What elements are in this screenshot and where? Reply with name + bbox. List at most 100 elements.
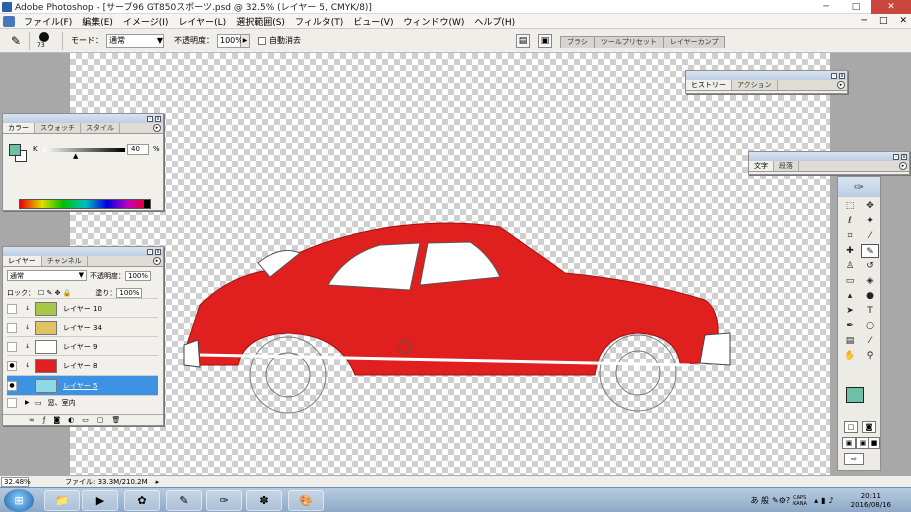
menu-window[interactable]: ウィンドウ(W) [398, 15, 469, 28]
brush-tool-icon[interactable]: ✎ [861, 244, 879, 258]
layer-row-selected[interactable]: ● レイヤー 5 [7, 375, 158, 395]
eyedropper-tool-icon[interactable]: ⁄ [861, 334, 879, 348]
status-menu-icon[interactable]: ▸ [156, 478, 160, 486]
standard-mode-icon[interactable]: □ [844, 421, 858, 433]
shape-tool-icon[interactable]: ○ [861, 319, 879, 333]
panel-close-button[interactable]: x [155, 115, 161, 122]
doc-restore-button[interactable]: □ [879, 16, 888, 26]
layer-row[interactable]: ↓ レイヤー 34 [7, 317, 158, 337]
visibility-toggle[interactable] [7, 397, 17, 408]
app-taskbar-icon[interactable]: ✿ [124, 490, 160, 511]
clock[interactable]: 20:11 2016/08/16 [851, 492, 891, 510]
panel-minimize-button[interactable]: - [893, 153, 899, 160]
layer-opacity-input[interactable]: 100% [125, 270, 152, 281]
fill-input[interactable]: 100% [116, 288, 143, 298]
lock-icons[interactable]: ☐ ✎ ✥ 🔒 [38, 289, 71, 297]
panel-close-button[interactable]: x [839, 72, 845, 79]
new-layer-icon[interactable]: ▢ [97, 416, 104, 424]
menu-help[interactable]: ヘルプ(H) [469, 15, 520, 28]
screen-mode-standard-icon[interactable]: ▣ [842, 437, 856, 449]
crop-tool-icon[interactable]: ⌗ [841, 229, 859, 243]
pen-tool-icon[interactable]: ✒ [841, 319, 859, 333]
eraser-tool-icon[interactable]: ▭ [841, 274, 859, 288]
panel-close-button[interactable]: x [155, 248, 161, 255]
layer-row[interactable]: ↓ レイヤー 10 [7, 298, 158, 318]
tab-paragraph[interactable]: 段落 [774, 161, 799, 171]
panel-menu-icon[interactable]: ▸ [899, 162, 907, 170]
media-player-taskbar-icon[interactable]: ▶ [82, 490, 118, 511]
maximize-button[interactable]: □ [841, 0, 871, 14]
zoom-level-input[interactable]: 32.48% [1, 476, 31, 487]
type-tool-icon[interactable]: T [861, 304, 879, 318]
ime-tools-icon[interactable]: ✎⚙? [772, 496, 790, 505]
explorer-taskbar-icon[interactable]: 📁 [44, 490, 80, 511]
opacity-input[interactable]: 100% [217, 33, 243, 48]
lasso-tool-icon[interactable]: ℓ [841, 214, 859, 228]
hand-tool-icon[interactable]: ✋ [841, 349, 859, 363]
panel-menu-icon[interactable]: ▸ [153, 257, 161, 265]
paint-taskbar-icon[interactable]: 🎨 [288, 490, 324, 511]
panel-menu-icon[interactable]: ▸ [837, 81, 845, 89]
tab-actions[interactable]: アクション [732, 80, 778, 90]
foreground-color-swatch[interactable] [9, 144, 21, 156]
toolbox-foreground-color[interactable] [846, 387, 864, 403]
mask-icon[interactable]: ◙ [53, 416, 60, 424]
k-slider[interactable] [43, 148, 125, 152]
panel-minimize-button[interactable]: - [147, 115, 153, 122]
quick-mask-icon[interactable]: ◙ [862, 421, 876, 433]
file-browser-icon[interactable]: ▣ [538, 34, 552, 48]
network-icon[interactable]: ▮ [821, 496, 825, 505]
link-layers-icon[interactable]: ∞ [29, 416, 35, 424]
tab-color[interactable]: カラー [3, 123, 35, 133]
ime-indicator[interactable]: あ 般 [750, 495, 769, 506]
notes-tool-icon[interactable]: ▤ [841, 334, 859, 348]
well-tab-tool-presets[interactable]: ツールプリセット [593, 36, 664, 48]
path-selection-tool-icon[interactable]: ➤ [841, 304, 859, 318]
mode-select[interactable]: 通常 ▼ [106, 33, 164, 48]
well-tab-brushes[interactable]: ブラシ [560, 36, 595, 48]
jump-to-imageready-icon[interactable]: ⇨ [844, 453, 864, 465]
visibility-toggle[interactable] [7, 303, 17, 314]
well-tab-layer-comps[interactable]: レイヤーカンプ [662, 36, 726, 48]
menu-select[interactable]: 選択範囲(S) [231, 15, 290, 28]
eye-icon[interactable]: ● [7, 360, 17, 371]
menu-image[interactable]: イメージ(I) [118, 15, 174, 28]
panel-minimize-button[interactable]: - [831, 72, 837, 79]
new-group-icon[interactable]: ▭ [82, 416, 89, 424]
blend-mode-select[interactable]: 通常 ▼ [7, 270, 87, 281]
tab-styles[interactable]: スタイル [81, 123, 120, 133]
start-button[interactable]: ⊞ [4, 489, 34, 512]
panel-menu-icon[interactable]: ▸ [153, 124, 161, 132]
menu-view[interactable]: ビュー(V) [348, 15, 398, 28]
slider-thumb-icon[interactable]: ▲ [73, 153, 78, 160]
tab-layers[interactable]: レイヤー [3, 256, 42, 266]
close-button[interactable]: ✕ [871, 0, 911, 14]
doc-minimize-button[interactable]: ─ [862, 16, 867, 26]
tab-swatches[interactable]: スウォッチ [35, 123, 81, 133]
magic-wand-tool-icon[interactable]: ✦ [861, 214, 879, 228]
marquee-tool-icon[interactable]: ⬚ [841, 199, 859, 213]
layer-row[interactable]: ↓ レイヤー 9 [7, 336, 158, 356]
menu-file[interactable]: ファイル(F) [19, 15, 77, 28]
trash-icon[interactable]: 🗑 [111, 416, 120, 424]
color-ramp[interactable] [19, 199, 151, 209]
menu-layer[interactable]: レイヤー(L) [173, 15, 231, 28]
clone-stamp-tool-icon[interactable]: ♙ [841, 259, 859, 273]
blur-tool-icon[interactable]: ▴ [841, 289, 859, 303]
adjustment-icon[interactable]: ◐ [68, 416, 74, 424]
brush-picker[interactable]: 73 [35, 31, 57, 51]
layer-style-icon[interactable]: ƒ [43, 416, 45, 424]
tab-history[interactable]: ヒストリー [686, 80, 732, 90]
minimize-button[interactable]: ─ [811, 0, 841, 14]
eye-icon[interactable]: ● [7, 380, 17, 391]
zoom-tool-icon[interactable]: ⚲ [861, 349, 879, 363]
palette-toggle-icon[interactable]: ▤ [516, 34, 530, 48]
auto-erase-checkbox[interactable] [258, 36, 266, 45]
show-hidden-icons-icon[interactable]: ▴ [814, 496, 818, 505]
k-value-input[interactable]: 40 [127, 144, 149, 155]
screen-mode-full-icon[interactable]: ■ [868, 437, 880, 449]
ps-menu-icon[interactable] [3, 15, 15, 27]
illustrator-taskbar-icon[interactable]: ✽ [246, 490, 282, 511]
slice-tool-icon[interactable]: ⁄ [861, 229, 879, 243]
panel-close-button[interactable]: x [901, 153, 907, 160]
